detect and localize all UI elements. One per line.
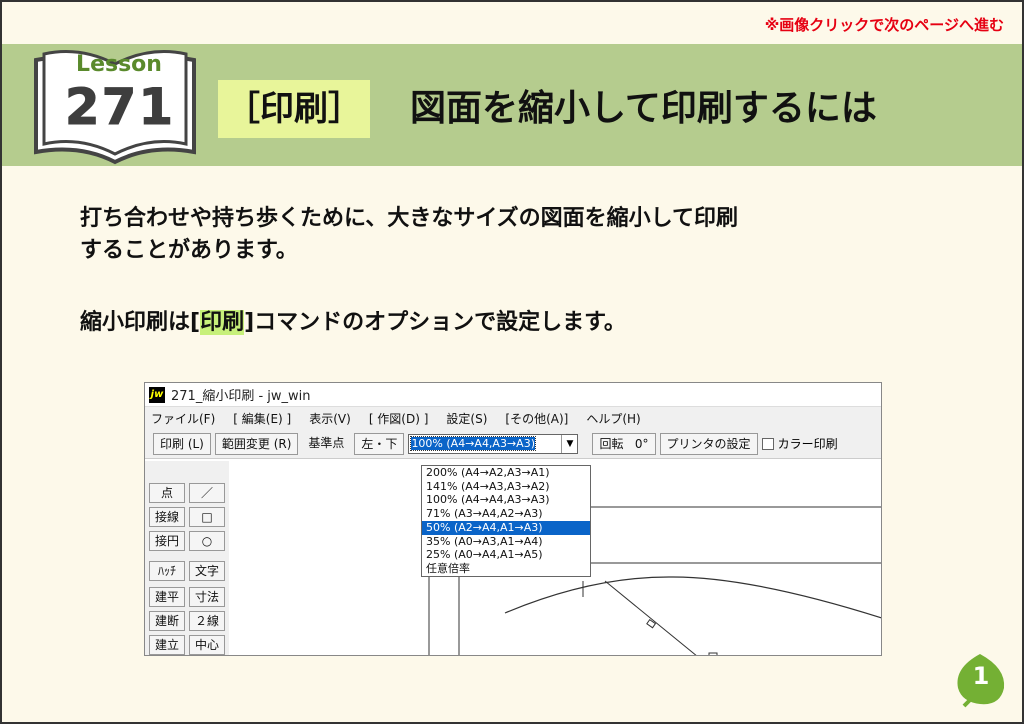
basepoint-label: 基準点 xyxy=(308,435,345,450)
tool-plan[interactable]: 建平 xyxy=(149,587,185,607)
scale-option-71[interactable]: 71% (A3→A4,A2→A3) xyxy=(422,507,590,521)
jw-win-window: jw 271_縮小印刷 - jw_win ファイル(F) [ 編集(E) ] 表… xyxy=(144,382,882,656)
scale-option-100[interactable]: 100% (A4→A4,A3→A3) xyxy=(422,493,590,507)
category-label: ［印刷］ xyxy=(218,80,370,138)
basepoint-button[interactable]: 左・下 xyxy=(354,432,405,455)
tool-section[interactable]: 建断 xyxy=(149,611,185,631)
print-toolbar: 印刷 (L) 範囲変更 (R) 基準点 左・下 100% (A4→A4,A3→A… xyxy=(145,429,881,459)
intro-line-1: 打ち合わせや持ち歩くために、大きなサイズの図面を縮小して印刷 xyxy=(80,206,739,231)
menu-settings[interactable]: 設定(S) xyxy=(446,410,487,427)
color-print-label: カラー印刷 xyxy=(777,437,838,451)
tool-palette: 点 接線 接円 ﾊｯﾁ 建平 建断 建立 ／ □ ○ 文字 寸法 ２線 中心線 xyxy=(145,461,229,655)
window-title: 271_縮小印刷 - jw_win xyxy=(171,389,311,404)
range-change-button[interactable]: 範囲変更 (R) xyxy=(214,432,299,455)
scale-option-50[interactable]: 50% (A2→A4,A1→A3) xyxy=(422,520,590,535)
command-before: 縮小印刷は[ xyxy=(80,310,201,335)
scale-option-25[interactable]: 25% (A0→A4,A1→A5) xyxy=(422,548,590,562)
scale-select[interactable]: 100% (A4→A4,A3→A3) ▼ xyxy=(408,433,579,454)
tool-double-line[interactable]: ２線 xyxy=(189,611,225,631)
menu-file[interactable]: ファイル(F) xyxy=(151,410,215,427)
tool-tangent[interactable]: 接線 xyxy=(149,507,185,527)
page-title: 図面を縮小して印刷するには xyxy=(410,88,877,129)
lesson-label: Lesson xyxy=(76,52,162,77)
scale-selected-value: 100% (A4→A4,A3→A3) xyxy=(410,436,536,451)
tool-point[interactable]: 点 xyxy=(149,483,185,503)
command-sentence: 縮小印刷は[印刷]コマンドのオプションで設定します。 xyxy=(80,306,626,340)
tool-elevation[interactable]: 建立 xyxy=(149,635,185,655)
lesson-number: 271 xyxy=(64,78,176,137)
tool-center-line[interactable]: 中心線 xyxy=(189,635,225,655)
window-titlebar: jw 271_縮小印刷 - jw_win xyxy=(145,383,881,407)
next-page-hint[interactable]: ※画像クリックで次のページへ進む xyxy=(765,14,1004,35)
jw-app-icon: jw xyxy=(149,386,165,403)
menu-bar: ファイル(F) [ 編集(E) ] 表示(V) [ 作図(D) ] 設定(S) … xyxy=(145,407,881,429)
tool-text[interactable]: 文字 xyxy=(189,561,225,581)
print-button[interactable]: 印刷 (L) xyxy=(153,432,211,455)
scale-dropdown-list: 200% (A4→A2,A3→A1) 141% (A4→A3,A3→A2) 10… xyxy=(421,465,591,577)
intro-line-2: することがあります。 xyxy=(80,238,298,263)
menu-draw[interactable]: [ 作図(D) ] xyxy=(369,410,429,427)
tool-rectangle[interactable]: □ xyxy=(189,507,225,527)
rotate-value: 0° xyxy=(634,436,649,451)
scale-option-custom[interactable]: 任意倍率 xyxy=(422,562,590,576)
tool-hatch[interactable]: ﾊｯﾁ xyxy=(149,561,185,581)
tool-circle[interactable]: ○ xyxy=(189,531,225,551)
page-number: 1 xyxy=(972,662,990,690)
scale-option-141[interactable]: 141% (A4→A3,A3→A2) xyxy=(422,480,590,494)
rotate-label: 回転 xyxy=(599,436,624,451)
menu-view[interactable]: 表示(V) xyxy=(309,410,351,427)
menu-edit[interactable]: [ 編集(E) ] xyxy=(233,410,291,427)
menu-other[interactable]: [その他(A)] xyxy=(505,410,568,427)
menu-help[interactable]: ヘルプ(H) xyxy=(586,410,640,427)
color-print-checkbox[interactable]: カラー印刷 xyxy=(761,435,838,452)
tool-tangent-circle[interactable]: 接円 xyxy=(149,531,185,551)
tool-dimension[interactable]: 寸法 xyxy=(189,587,225,607)
printer-settings-button[interactable]: プリンタの設定 xyxy=(659,432,758,455)
scale-option-200[interactable]: 200% (A4→A2,A3→A1) xyxy=(422,466,590,480)
scale-option-35[interactable]: 35% (A0→A3,A1→A4) xyxy=(422,535,590,549)
rotate-button[interactable]: 回転 0° xyxy=(592,432,656,455)
tool-line[interactable]: ／ xyxy=(189,483,225,503)
checkbox-icon[interactable] xyxy=(761,437,774,450)
command-after: ]コマンドのオプションで設定します。 xyxy=(244,310,626,335)
command-highlight: 印刷 xyxy=(200,310,245,335)
dropdown-arrow-icon[interactable]: ▼ xyxy=(561,434,577,453)
